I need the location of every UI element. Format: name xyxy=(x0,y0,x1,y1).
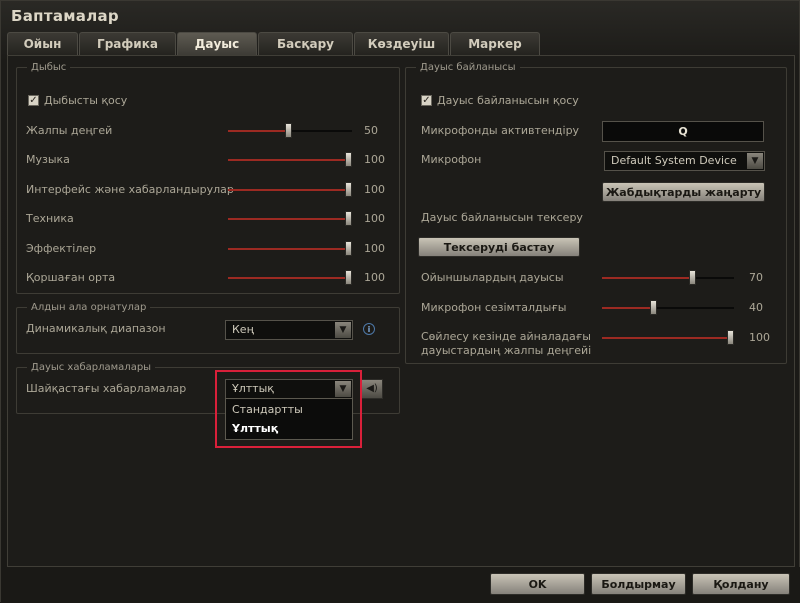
mic-device-dropdown[interactable]: Default System Device ▼ xyxy=(604,151,765,171)
speaker-icon[interactable]: ◀) xyxy=(361,379,383,399)
activate-mic-label: Микрофонды активтендіру xyxy=(421,124,580,137)
slider-label: Қоршаған орта xyxy=(26,271,116,284)
settings-window: Баптамалар Ойын Графика Дауыс Басқару Кө… xyxy=(0,0,800,603)
slider-value: 70 xyxy=(749,271,763,284)
slider-label: Техника xyxy=(26,212,74,225)
dynamic-range-dropdown[interactable]: Кең ▼ xyxy=(225,320,353,340)
slider-fill xyxy=(602,337,730,339)
presets-group-legend: Алдын ала орнатулар xyxy=(31,302,147,313)
battle-messages-label: Шайқастағы хабарламалар xyxy=(26,382,187,395)
volume-slider[interactable] xyxy=(228,152,352,167)
sound-enable-checkbox[interactable]: ✓ xyxy=(28,95,39,106)
slider-thumb[interactable] xyxy=(345,211,352,226)
slider-fill xyxy=(228,277,348,279)
tab-graphics[interactable]: Графика xyxy=(79,32,176,55)
slider-value: 100 xyxy=(364,212,385,225)
slider-label: Жалпы деңгей xyxy=(26,124,113,137)
slider-thumb[interactable] xyxy=(345,152,352,167)
slider-thumb[interactable] xyxy=(345,241,352,256)
voice-chat-enable-label: Дауыс байланысын қосу xyxy=(437,94,579,107)
chevron-down-icon[interactable]: ▼ xyxy=(747,153,763,169)
tab-game[interactable]: Ойын xyxy=(7,32,78,55)
slider-fill xyxy=(228,248,348,250)
voice-chat-enable-checkbox[interactable]: ✓ xyxy=(421,95,432,106)
tab-crosshair[interactable]: Көздеуіш xyxy=(354,32,449,55)
slider-value: 100 xyxy=(364,153,385,166)
volume-slider[interactable] xyxy=(602,300,734,315)
slider-thumb[interactable] xyxy=(727,330,734,345)
volume-slider[interactable] xyxy=(228,211,352,226)
slider-label: Интерфейс және хабарландырулар xyxy=(26,183,234,196)
volume-slider[interactable] xyxy=(228,241,352,256)
slider-value: 100 xyxy=(364,242,385,255)
sound-enable-label: Дыбысты қосу xyxy=(44,94,128,107)
ok-button[interactable]: OK xyxy=(490,573,585,595)
slider-label: Микрофон сезімталдығы xyxy=(421,301,567,314)
slider-value: 100 xyxy=(749,331,770,344)
slider-fill xyxy=(602,277,692,279)
info-icon[interactable]: i xyxy=(363,323,375,335)
tab-marker[interactable]: Маркер xyxy=(450,32,540,55)
dynamic-range-label: Динамикалық диапазон xyxy=(26,322,166,335)
slider-value: 40 xyxy=(749,301,763,314)
slider-label-line: Сөйлесу кезінде айналадағы xyxy=(421,330,591,343)
highlight-frame xyxy=(215,370,362,448)
slider-fill xyxy=(228,130,288,132)
slider-fill xyxy=(228,159,348,161)
volume-slider[interactable] xyxy=(228,270,352,285)
slider-thumb[interactable] xyxy=(285,123,292,138)
voice-chat-group-legend: Дауыс байланысы xyxy=(420,62,516,73)
slider-label-line: дауыстардың жалпы деңгейі xyxy=(421,344,592,357)
volume-slider[interactable] xyxy=(602,330,734,345)
window-title: Баптамалар xyxy=(11,7,119,25)
dynamic-range-value: Кең xyxy=(232,323,254,336)
voice-messages-group-legend: Дауыс хабарламалары xyxy=(31,362,152,373)
slider-thumb[interactable] xyxy=(688,270,696,285)
sound-group-legend: Дыбыс xyxy=(31,62,67,73)
activate-mic-key-field[interactable]: Q xyxy=(602,121,764,142)
slider-fill xyxy=(228,189,348,191)
slider-value: 50 xyxy=(364,124,378,137)
slider-thumb[interactable] xyxy=(345,182,352,197)
tab-sound[interactable]: Дауыс xyxy=(177,32,257,55)
slider-fill xyxy=(228,218,348,220)
mic-label: Микрофон xyxy=(421,153,482,166)
footer-bar: OK Болдырмау Қолдану xyxy=(1,567,800,603)
slider-label: Музыка xyxy=(26,153,70,166)
cancel-button[interactable]: Болдырмау xyxy=(591,573,686,595)
voice-test-label: Дауыс байланысын тексеру xyxy=(421,211,583,224)
settings-panel: Дыбыс ✓ Дыбысты қосу Жалпы деңгей 50 Музык… xyxy=(7,55,795,567)
apply-button[interactable]: Қолдану xyxy=(692,573,790,595)
tab-controls[interactable]: Басқару xyxy=(258,32,353,55)
volume-slider[interactable] xyxy=(602,270,734,285)
slider-thumb[interactable] xyxy=(650,300,658,315)
mic-device-value: Default System Device xyxy=(611,154,737,167)
slider-label: Сөйлесу кезінде айналадағы дауыстардың жа… xyxy=(421,330,591,358)
chevron-down-icon[interactable]: ▼ xyxy=(335,322,351,338)
slider-fill xyxy=(602,307,654,309)
slider-label: Ойыншылардың дауысы xyxy=(421,271,564,284)
tab-bar: Ойын Графика Дауыс Басқару Көздеуіш Марк… xyxy=(7,32,541,55)
slider-value: 100 xyxy=(364,271,385,284)
slider-thumb[interactable] xyxy=(345,270,352,285)
volume-slider[interactable] xyxy=(228,123,352,138)
volume-slider[interactable] xyxy=(228,182,352,197)
slider-value: 100 xyxy=(364,183,385,196)
refresh-devices-button[interactable]: Жабдықтарды жаңарту xyxy=(602,182,765,202)
start-test-button[interactable]: Тексеруді бастау xyxy=(418,237,580,257)
slider-label: Эффектілер xyxy=(26,242,97,255)
